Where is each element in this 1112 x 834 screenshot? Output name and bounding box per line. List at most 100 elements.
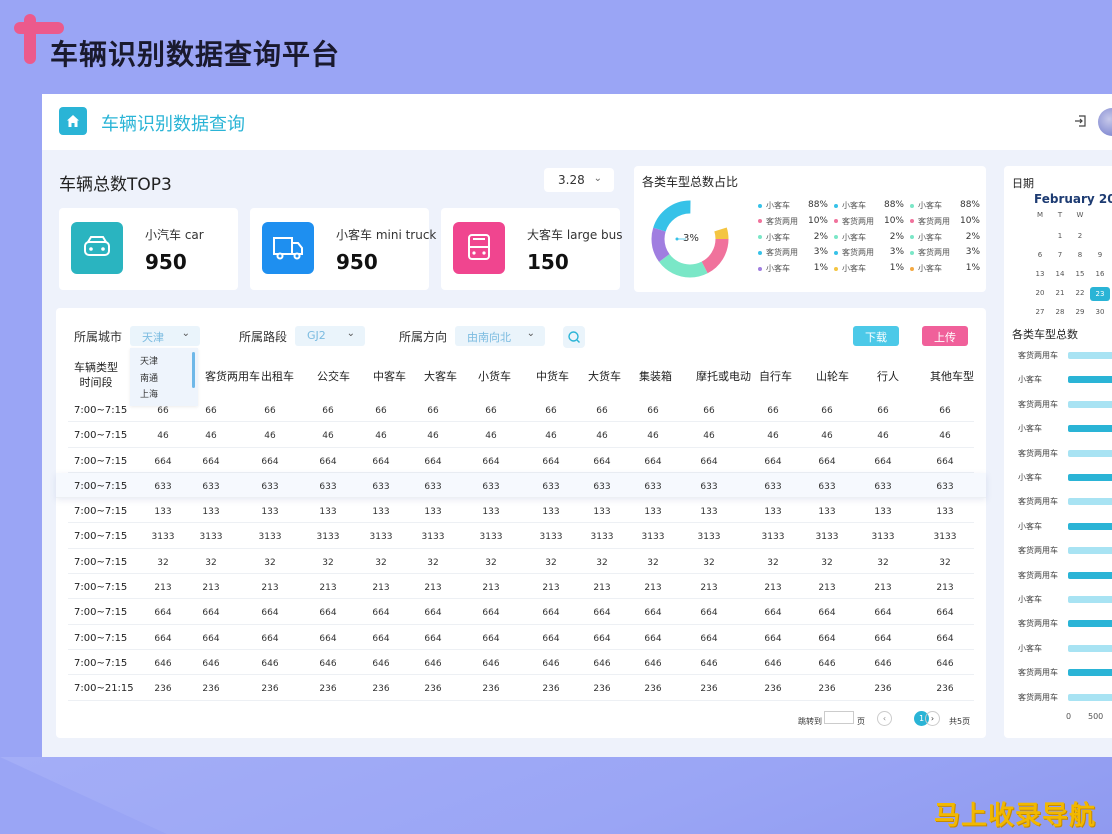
table-cell: 213 xyxy=(542,583,560,594)
date-select[interactable]: 3.28 ⌄ xyxy=(544,168,614,192)
calendar-day[interactable]: 30 xyxy=(1090,308,1110,316)
page-word: 页 xyxy=(857,717,865,726)
calendar-day[interactable]: 2 xyxy=(1070,232,1090,240)
legend-item: 客货两用 3% xyxy=(834,247,904,263)
table-cell: 646 xyxy=(372,658,390,669)
home-button[interactable] xyxy=(59,107,87,135)
bar-label: 客货两用车 xyxy=(1018,497,1058,507)
table-row[interactable]: 7:00~7:15 46 46 46 46 46 46 46 46 46 46 46 46 46 46 46 xyxy=(68,422,974,448)
time-cell: 7:00~7:15 xyxy=(74,506,128,518)
calendar-day[interactable]: 8 xyxy=(1070,251,1090,259)
time-cell: 7:00~7:15 xyxy=(74,657,128,669)
table-cell: 32 xyxy=(427,557,439,568)
next-page-button[interactable]: › xyxy=(925,711,940,726)
data-table-panel: 所属城市 天津 ⌄ 所属路段 GJ2 ⌄ 所属方向 由南向北 ⌄ 下载 上传 天… xyxy=(56,308,986,738)
calendar-day[interactable]: 13 xyxy=(1030,270,1050,278)
car-icon xyxy=(71,222,123,274)
exit-icon[interactable] xyxy=(1074,114,1088,128)
table-cell: 664 xyxy=(593,608,611,619)
prev-page-button[interactable]: ‹ xyxy=(877,711,892,726)
table-cell: 46 xyxy=(596,431,608,442)
calendar-day[interactable]: 29 xyxy=(1070,308,1090,316)
calendar-day[interactable]: 9 xyxy=(1090,251,1110,259)
calendar-day[interactable]: 22 xyxy=(1070,289,1090,297)
legend-name: 客货两用 xyxy=(918,248,950,258)
table-cell: 646 xyxy=(424,658,442,669)
bar-label: 客货两用车 xyxy=(1018,351,1058,360)
table-cell: 133 xyxy=(593,507,611,518)
table-row[interactable]: 7:00~7:15 633 633 633 633 633 633 633 633 633 633 6… xyxy=(56,472,986,499)
table-cell: 236 xyxy=(818,684,836,695)
city-option[interactable]: 上海 xyxy=(140,387,198,404)
table-cell: 664 xyxy=(372,456,390,467)
upload-button[interactable]: 上传 xyxy=(922,326,968,346)
bar-label: 客货两用车 xyxy=(1018,546,1058,556)
table-row[interactable]: 7:00~7:15 664 664 664 664 664 664 664 664 664 664 6… xyxy=(68,625,974,650)
table-cell: 633 xyxy=(319,481,337,492)
table-cell: 32 xyxy=(375,557,387,568)
table-cell: 236 xyxy=(482,684,500,695)
table-cell: 133 xyxy=(202,507,220,518)
table-row[interactable]: 7:00~7:15 664 664 664 664 664 664 664 664 664 664 6… xyxy=(68,448,974,473)
legend-name: 客货两用 xyxy=(842,216,874,226)
city-filter-label: 所属城市 xyxy=(74,330,123,344)
city-select[interactable]: 天津 ⌄ xyxy=(130,326,200,346)
scrollbar[interactable] xyxy=(192,352,195,388)
calendar-day[interactable]: 15 xyxy=(1070,270,1090,278)
page-jump-input[interactable] xyxy=(824,711,854,724)
table-cell: 46 xyxy=(205,431,217,442)
bar xyxy=(1068,376,1112,384)
legend-item: 客货两用 3% xyxy=(910,247,980,263)
calendar-day[interactable]: 7 xyxy=(1050,251,1070,259)
direction-select[interactable]: 由南向北 ⌄ xyxy=(455,326,545,346)
table-cell: 664 xyxy=(202,608,220,619)
calendar-day[interactable]: 27 xyxy=(1030,308,1050,316)
city-option[interactable]: 天津 xyxy=(140,354,198,371)
top3-title: 车辆总数TOP3 xyxy=(59,175,172,195)
calendar-day[interactable]: 20 xyxy=(1030,289,1050,297)
table-row[interactable]: 7:00~7:15 133 133 133 133 133 133 133 133 133 133 1… xyxy=(68,498,974,524)
direction-filter-label: 所属方向 xyxy=(399,330,448,344)
table-cell: 664 xyxy=(644,633,662,644)
bar-label: 小客车 xyxy=(1018,595,1042,604)
calendar-day[interactable]: 6 xyxy=(1030,251,1050,259)
table-row[interactable]: 7:00~7:15 664 664 664 664 664 664 664 664 664 664 6… xyxy=(68,599,974,625)
column-header: 其他车型 xyxy=(930,370,974,383)
table-cell: 664 xyxy=(874,633,892,644)
table-cell: 664 xyxy=(700,456,718,467)
weekday-label: W xyxy=(1076,211,1084,219)
table-cell: 213 xyxy=(874,583,892,594)
table-row[interactable]: 7:00~7:15 213 213 213 213 213 213 213 213 213 213 2… xyxy=(68,574,974,600)
avatar[interactable] xyxy=(1098,108,1112,136)
bar xyxy=(1068,571,1112,579)
table-row[interactable]: 7:00~7:15 66 66 66 66 66 66 66 66 66 66 66 66 66 66 66 xyxy=(68,397,974,423)
table-cell: 664 xyxy=(154,608,172,619)
table-row[interactable]: 7:00~7:15 3133 3133 3133 3133 3133 3133 3133 313… xyxy=(68,523,974,549)
table-cell: 633 xyxy=(764,481,782,492)
table-cell: 646 xyxy=(154,658,172,669)
table-cell: 236 xyxy=(644,684,662,695)
bar xyxy=(1068,547,1112,555)
calendar-day[interactable]: 16 xyxy=(1090,270,1110,278)
jump-label: 跳转到 xyxy=(798,717,822,726)
table-row[interactable]: 7:00~7:15 646 646 646 646 646 646 646 646 646 646 6… xyxy=(68,650,974,676)
table-cell: 46 xyxy=(703,431,715,442)
bar-row: 小客车 xyxy=(1004,472,1112,496)
calendar-day[interactable]: 21 xyxy=(1050,289,1070,297)
table-cell: 664 xyxy=(700,608,718,619)
calendar-day[interactable]: 28 xyxy=(1050,308,1070,316)
table-cell: 133 xyxy=(319,507,337,518)
search-button[interactable] xyxy=(563,326,585,348)
calendar-day[interactable]: 1 xyxy=(1050,232,1070,240)
city-option[interactable]: 南通 xyxy=(140,371,198,388)
calendar-day[interactable]: 23 xyxy=(1090,287,1110,301)
share-panel: 各类车型总数占比 3% 小客车 88% 客货两用 10% 小客车 2% 客货两用 3% 小客车 1… xyxy=(634,166,986,292)
calendar-day[interactable]: 14 xyxy=(1050,270,1070,278)
table-cell: 213 xyxy=(936,583,954,594)
legend-pct: 3% xyxy=(965,247,980,258)
download-button[interactable]: 下载 xyxy=(853,326,899,346)
road-select[interactable]: GJ2 ⌄ xyxy=(295,326,365,346)
table-row[interactable]: 7:00~21:15 236 236 236 236 236 236 236 236 236 236… xyxy=(68,675,974,701)
legend-dot xyxy=(910,219,914,224)
table-row[interactable]: 7:00~7:15 32 32 32 32 32 32 32 32 32 32 32 32 32 32 32 xyxy=(68,549,974,575)
